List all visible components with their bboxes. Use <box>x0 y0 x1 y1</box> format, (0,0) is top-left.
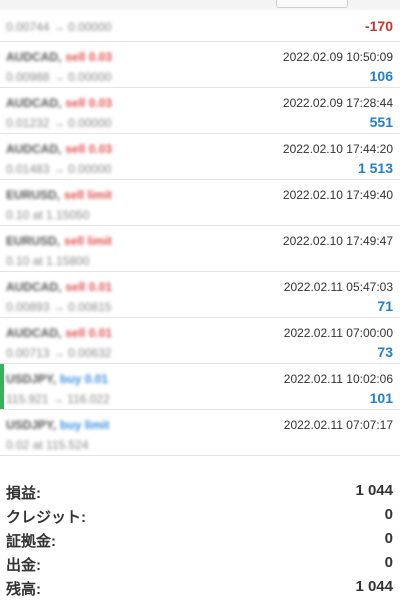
order-date: 2022.02.11 07:07:17 <box>283 418 393 432</box>
order-date: 2022.02.11 10:02:06 <box>283 372 393 386</box>
summary-withdrawal-label: 出金: <box>6 557 41 574</box>
summary-credit-label: クレジット: <box>6 509 86 526</box>
order-row[interactable]: AUDCAD, sell 0.03 0.01483 → 0.00000 2022.… <box>0 134 400 180</box>
order-date: 2022.02.11 05:47:03 <box>283 280 393 294</box>
summary-credit-row: クレジット: 0 <box>0 502 400 526</box>
top-tab[interactable] <box>276 0 348 8</box>
order-profit: 551 <box>369 114 393 130</box>
order-date: 2022.02.11 07:00:00 <box>283 326 393 340</box>
summary-balance-label: 残高: <box>6 581 41 598</box>
order-profit: 71 <box>377 298 393 314</box>
summary-deposit-row: 証拠金: 0 <box>0 526 400 550</box>
order-detail: 0.00988 → 0.00000 <box>6 70 112 84</box>
order-row[interactable]: 0.00744 → 0.00000 -170 <box>0 10 400 42</box>
order-symbol: AUDCAD, sell 0.03 <box>6 96 113 110</box>
summary-profit-row: 損益: 1 044 <box>0 478 400 502</box>
order-row[interactable]: EURUSD, sell limit 0.10 at 1.15800 2022.0… <box>0 226 400 272</box>
summary-withdrawal-value: 0 <box>384 554 393 571</box>
order-row[interactable]: AUDCAD, sell 0.03 0.00988 → 0.00000 2022.… <box>0 42 400 88</box>
order-symbol: AUDCAD, sell 0.03 <box>6 50 113 64</box>
order-row[interactable]: USDJPY, buy limit 0.02 at 115.524 2022.02… <box>0 410 400 456</box>
order-row[interactable]: EURUSD, sell limit 0.10 at 1.15050 2022.0… <box>0 180 400 226</box>
summary-credit-value: 0 <box>384 506 393 523</box>
order-date: 2022.02.09 10:50:09 <box>282 50 393 64</box>
order-row[interactable]: AUDCAD, sell 0.01 0.00713 → 0.00632 2022.… <box>0 318 400 364</box>
order-history-list: 0.00744 → 0.00000 -170 AUDCAD, sell 0.03 … <box>0 10 400 456</box>
order-type: buy limit <box>60 418 110 432</box>
summary-balance-row: 残高: 1 044 <box>0 574 400 598</box>
order-detail: 0.02 at 115.524 <box>6 438 89 452</box>
order-date: 2022.02.09 17:28:44 <box>282 96 393 110</box>
summary-withdrawal-row: 出金: 0 <box>0 550 400 574</box>
order-profit: 101 <box>369 390 393 406</box>
summary-deposit-label: 証拠金: <box>6 533 56 550</box>
order-detail: 0.00713 → 0.00632 <box>6 346 112 360</box>
order-symbol: AUDCAD, sell 0.03 <box>6 142 113 156</box>
order-detail: 0.10 at 1.15800 <box>6 254 90 268</box>
summary-deposit-value: 0 <box>384 530 393 547</box>
order-date: 2022.02.10 17:44:20 <box>282 142 393 156</box>
order-profit: 1 513 <box>357 160 393 176</box>
top-bar <box>0 0 400 10</box>
order-symbol: USDJPY, buy limit <box>6 418 110 432</box>
order-detail: 0.00893 → 0.00815 <box>6 300 112 314</box>
order-symbol: AUDCAD, sell 0.01 <box>6 326 113 340</box>
summary-profit-value: 1 044 <box>355 482 393 499</box>
order-date: 2022.02.10 17:49:40 <box>282 188 393 202</box>
order-detail: 0.01232 → 0.00000 <box>6 116 112 130</box>
order-type: sell 0.01 <box>65 280 113 294</box>
order-detail: 0.10 at 1.15050 <box>6 208 90 222</box>
order-type: sell limit <box>64 234 113 248</box>
summary-profit-label: 損益: <box>6 485 41 502</box>
order-profit: 73 <box>377 344 393 360</box>
order-symbol: EURUSD, sell limit <box>6 234 113 248</box>
order-detail: 115.921 → 116.022 <box>6 392 110 406</box>
order-symbol: EURUSD, sell limit <box>6 188 113 202</box>
order-type: sell 0.01 <box>65 326 113 340</box>
order-row-selected[interactable]: USDJPY, buy 0.01 115.921 → 116.022 2022.0… <box>0 364 400 410</box>
order-profit: -170 <box>364 18 393 34</box>
order-type: sell 0.03 <box>65 50 113 64</box>
order-type: sell 0.03 <box>65 96 113 110</box>
order-type: buy 0.01 <box>60 372 109 386</box>
order-symbol: AUDCAD, sell 0.01 <box>6 280 113 294</box>
order-symbol: USDJPY, buy 0.01 <box>6 372 109 386</box>
order-type: sell limit <box>64 188 113 202</box>
order-detail: 0.01483 → 0.00000 <box>6 162 112 176</box>
order-detail: 0.00744 → 0.00000 <box>6 20 112 34</box>
order-row[interactable]: AUDCAD, sell 0.03 0.01232 → 0.00000 2022.… <box>0 88 400 134</box>
order-row[interactable]: AUDCAD, sell 0.01 0.00893 → 0.00815 2022.… <box>0 272 400 318</box>
account-summary: 損益: 1 044 クレジット: 0 証拠金: 0 出金: 0 残高: 1 04… <box>0 478 400 598</box>
order-type: sell 0.03 <box>65 142 113 156</box>
order-profit: 106 <box>369 68 393 84</box>
order-date: 2022.02.10 17:49:47 <box>282 234 393 248</box>
summary-balance-value: 1 044 <box>355 578 393 595</box>
